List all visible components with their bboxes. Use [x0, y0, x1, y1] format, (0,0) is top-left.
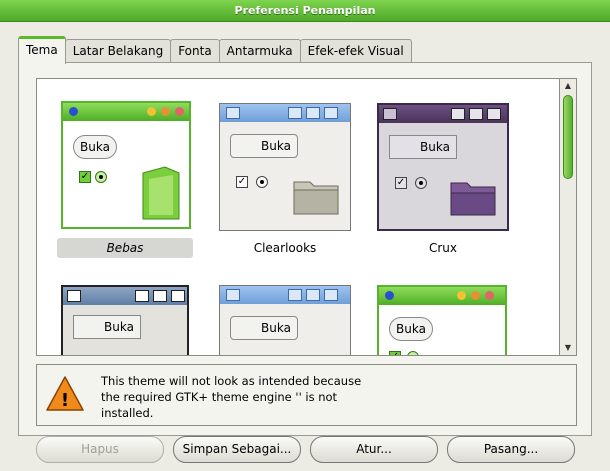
warning-panel: ! This theme will not look as intended b… — [36, 364, 577, 426]
preview-button: Buka — [389, 135, 457, 159]
window-icon — [385, 291, 394, 300]
scroll-up-icon[interactable]: ▲ — [560, 79, 576, 93]
svg-text:!: ! — [61, 390, 69, 411]
theme-preview: Buka — [219, 285, 351, 355]
checkbox-icon: ✓ — [389, 351, 401, 355]
remove-button[interactable]: Hapus — [36, 436, 164, 463]
checkbox-icon: ✓ — [236, 176, 248, 188]
folder-icon — [293, 181, 339, 215]
maximize-icon — [306, 289, 320, 301]
close-icon — [175, 107, 184, 116]
minimize-icon — [457, 291, 466, 300]
theme-preview: Buka ✓ — [61, 101, 191, 229]
preview-button: Buka — [230, 316, 298, 340]
tab-tema[interactable]: Tema — [18, 36, 66, 64]
scroll-down-icon[interactable]: ▼ — [560, 341, 576, 355]
minimize-icon — [147, 107, 156, 116]
checkbox-icon: ✓ — [79, 171, 91, 183]
warning-triangle-icon: ! — [46, 376, 84, 411]
window-title: Preferensi Penampilan — [234, 4, 376, 17]
preview-button: Buka — [389, 317, 433, 341]
folder-icon — [142, 166, 180, 220]
theme-label: Bebas — [57, 238, 193, 258]
theme-label: Clearlooks — [253, 241, 317, 255]
minimize-icon — [288, 289, 302, 301]
theme-label: Crux — [428, 241, 458, 255]
folder-icon — [450, 182, 496, 216]
theme-preview: Buka ✓ — [377, 103, 509, 231]
maximize-icon — [471, 291, 480, 300]
tab-fonta[interactable]: Fonta — [170, 39, 220, 64]
window-icon — [226, 289, 240, 301]
window-icon — [67, 290, 81, 302]
preview-button: Buka — [73, 315, 141, 339]
minimize-icon — [135, 290, 149, 302]
theme-preview: Buka — [61, 285, 189, 355]
theme-preview: Buka ✓ — [219, 103, 351, 231]
save-as-button[interactable]: Simpan Sebagai... — [173, 436, 301, 463]
tab-bar: Tema Latar Belakang Fonta Antarmuka Efek… — [18, 36, 412, 64]
window-icon — [69, 107, 78, 116]
window-icon — [226, 107, 240, 119]
theme-preview: Buka ✓ — [377, 285, 507, 355]
maximize-icon — [153, 290, 167, 302]
close-icon — [485, 291, 494, 300]
preview-button: Buka — [73, 135, 117, 159]
minimize-icon — [451, 108, 465, 120]
radio-icon — [415, 177, 427, 189]
window-icon — [383, 108, 397, 120]
tab-antarmuka[interactable]: Antarmuka — [218, 39, 301, 64]
close-icon — [324, 289, 338, 301]
theme-list-scrollbar[interactable]: ▲ ▼ — [560, 78, 577, 356]
scrollbar-thumb[interactable] — [563, 95, 573, 179]
title-bar: Preferensi Penampilan — [0, 0, 610, 22]
maximize-icon — [469, 108, 483, 120]
theme-list[interactable]: Buka ✓ Bebas Buka ✓ Clearlooks Buka ✓ Cr… — [36, 78, 560, 356]
install-button[interactable]: Pasang... — [447, 436, 575, 463]
minimize-icon — [288, 107, 302, 119]
checkbox-icon: ✓ — [395, 177, 407, 189]
maximize-icon — [306, 107, 320, 119]
preview-button: Buka — [230, 134, 298, 158]
radio-icon — [95, 171, 107, 183]
close-icon — [487, 108, 501, 120]
close-icon — [324, 107, 338, 119]
warning-message: This theme will not look as intended bec… — [101, 374, 362, 420]
customize-button[interactable]: Atur... — [310, 436, 438, 463]
radio-icon — [256, 176, 268, 188]
radio-icon — [407, 351, 419, 355]
close-icon — [171, 290, 185, 302]
tab-efek-visual[interactable]: Efek-efek Visual — [299, 39, 412, 64]
tab-latar-belakang[interactable]: Latar Belakang — [64, 39, 172, 64]
maximize-icon — [161, 107, 170, 116]
